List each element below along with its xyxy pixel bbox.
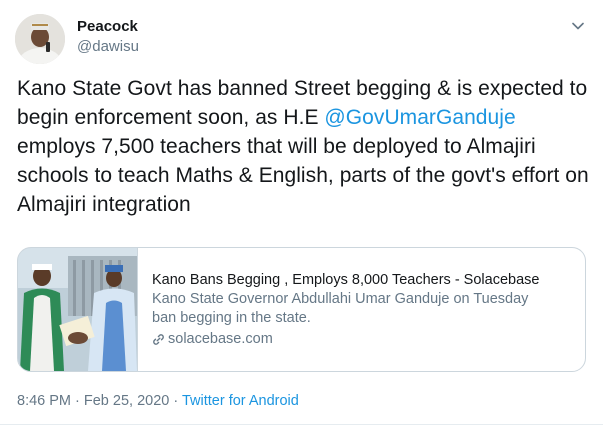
card-domain: solacebase.com bbox=[152, 330, 539, 349]
divider bbox=[0, 424, 603, 425]
source-link[interactable]: Twitter for Android bbox=[182, 393, 299, 409]
avatar[interactable] bbox=[15, 14, 65, 64]
tweet-text-end: employs 7,500 teachers that will be depl… bbox=[17, 135, 589, 216]
avatar-photo bbox=[15, 14, 65, 64]
card-description: Kano State Governor Abdullahi Umar Gandu… bbox=[152, 291, 529, 326]
link-card[interactable]: Kano Bans Begging , Employs 8,000 Teache… bbox=[17, 247, 586, 372]
tweet-text: Kano State Govt has banned Street beggin… bbox=[17, 74, 592, 219]
card-domain-text: solacebase.com bbox=[168, 331, 273, 347]
link-icon bbox=[153, 334, 164, 345]
card-body: Kano Bans Begging , Employs 8,000 Teache… bbox=[138, 248, 539, 371]
chevron-down-icon bbox=[572, 22, 584, 30]
card-title: Kano Bans Begging , Employs 8,000 Teache… bbox=[152, 272, 540, 288]
card-thumbnail bbox=[18, 248, 138, 371]
tweet-meta: 8:46 PM · Feb 25, 2020 · Twitter for And… bbox=[17, 391, 299, 411]
tweet-menu-button[interactable] bbox=[566, 14, 590, 38]
author-info[interactable]: Peacock @dawisu bbox=[77, 17, 139, 57]
display-name[interactable]: Peacock bbox=[77, 17, 139, 37]
card-thumbnail-photo bbox=[18, 248, 137, 371]
tweet: Peacock @dawisu Kano State Govt has bann… bbox=[0, 0, 603, 426]
mention-link[interactable]: @GovUmarGanduje bbox=[324, 106, 515, 129]
meta-separator: · bbox=[169, 393, 182, 409]
timestamp[interactable]: 8:46 PM · Feb 25, 2020 bbox=[17, 393, 169, 409]
user-handle[interactable]: @dawisu bbox=[77, 37, 139, 57]
